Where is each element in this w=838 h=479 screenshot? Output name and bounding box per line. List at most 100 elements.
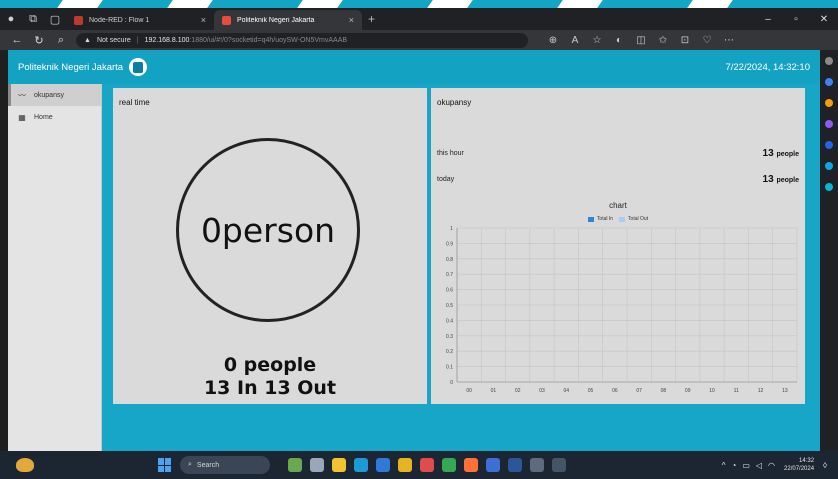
metric-label: today: [437, 176, 455, 183]
sidebar-item-home[interactable]: ▦ Home: [8, 106, 101, 128]
close-tab-icon[interactable]: ×: [201, 15, 206, 25]
x-tick-label: 03: [539, 388, 545, 394]
y-tick-label: 0.1: [446, 365, 453, 371]
games-icon[interactable]: [825, 141, 833, 149]
volume-icon[interactable]: ◁: [756, 461, 762, 470]
header-datetime: 7/22/2024, 14:32:10: [725, 61, 810, 73]
chart-line-icon: 〰: [18, 90, 26, 100]
sidebar-item-label: okupansy: [34, 91, 64, 99]
browser-tab-pnj[interactable]: Politeknik Negeri Jakarta ×: [214, 10, 362, 30]
collections-icon[interactable]: ⊡: [674, 35, 696, 46]
clock-time: 14:32: [799, 458, 815, 464]
sidebar-nav: 〰 okupansy ▦ Home: [8, 84, 102, 451]
favorite-star-icon[interactable]: ☆: [586, 35, 608, 46]
task-view-icon[interactable]: [310, 458, 324, 472]
battery-icon[interactable]: ▭: [742, 461, 750, 470]
extension-icon[interactable]: ◐: [608, 35, 630, 46]
url-path: :1880/ui/#!/0?socketid=q4h/uoySW-ON5VmvA…: [189, 36, 348, 44]
profile-icon[interactable]: ●: [0, 8, 22, 30]
chrome-icon[interactable]: [398, 458, 412, 472]
zoom-icon[interactable]: ⊕: [542, 35, 564, 46]
chrome-alt-icon[interactable]: [442, 458, 456, 472]
x-tick-label: 06: [612, 388, 618, 394]
notification-bell-icon[interactable]: ◊: [823, 461, 827, 470]
read-aloud-icon[interactable]: A: [564, 35, 586, 46]
copilot-sidebar-icon[interactable]: [825, 78, 833, 86]
taskbar-search-input[interactable]: ⌕ Search: [180, 456, 270, 474]
pnj-favicon-icon: [222, 15, 231, 25]
tab-title: Node-RED : Flow 1: [89, 16, 150, 24]
network-icon[interactable]: ◔: [731, 461, 736, 470]
outlook-icon[interactable]: [825, 183, 833, 191]
back-icon[interactable]: ←: [6, 34, 28, 46]
search-icon[interactable]: ⌕: [50, 34, 72, 47]
tab-actions-icon[interactable]: ▢: [44, 8, 66, 30]
realtime-card-title: real time: [119, 98, 150, 107]
realtime-card: real time 0person 0 people 13 In 13 Out: [113, 88, 427, 404]
clock-date: 22/07/2024: [784, 466, 815, 472]
file-explorer-icon[interactable]: [332, 458, 346, 472]
new-tab-button[interactable]: +: [368, 12, 375, 26]
browser-tab-node-red[interactable]: Node-RED : Flow 1 ×: [66, 10, 214, 30]
occupancy-chart: 00.10.20.30.40.50.60.70.80.9100 01 02 03 04 0…: [446, 226, 798, 394]
refresh-icon[interactable]: ↻: [28, 34, 50, 47]
url-input[interactable]: ▲ Not secure | 192.168.8.100 :1880/ui/#!…: [76, 32, 528, 48]
node-red-favicon-icon: [74, 15, 83, 25]
url-separator: |: [136, 36, 139, 44]
terminal-icon[interactable]: [530, 458, 544, 472]
weather-icon[interactable]: [16, 458, 34, 472]
x-tick-label: 13: [782, 388, 788, 394]
y-tick-label: 0.9: [446, 241, 453, 247]
wifi-icon[interactable]: ◠: [768, 461, 775, 470]
minimize-icon[interactable]: –: [754, 14, 782, 25]
firefox-icon[interactable]: [464, 458, 478, 472]
vscode-icon[interactable]: [486, 458, 500, 472]
taskbar-apps: [284, 458, 570, 472]
metric-value: 13 people: [762, 148, 799, 159]
more-menu-icon[interactable]: ⋯: [718, 35, 740, 46]
word-icon[interactable]: [508, 458, 522, 472]
restore-icon[interactable]: ▫: [782, 14, 810, 25]
app-icon[interactable]: [420, 458, 434, 472]
workspaces-icon[interactable]: ⧉: [22, 8, 44, 30]
grid-icon: ▦: [18, 112, 26, 122]
taskbar-clock[interactable]: 14:32 22/07/2024: [784, 457, 814, 473]
metric-label: this hour: [437, 150, 464, 157]
search-sidebar-icon[interactable]: [825, 57, 833, 65]
x-tick-label: 10: [709, 388, 715, 394]
url-host: 192.168.8.100: [144, 36, 190, 44]
favorites-icon[interactable]: ✩: [652, 35, 674, 46]
store-icon[interactable]: [376, 458, 390, 472]
y-tick-label: 1: [450, 226, 453, 232]
start-button[interactable]: [158, 458, 172, 472]
shopping-icon[interactable]: [825, 99, 833, 107]
y-tick-label: 0.6: [446, 288, 453, 294]
metric-row-this-hour: this hour 13 people: [437, 148, 799, 159]
chevron-up-icon[interactable]: ^: [722, 461, 726, 470]
okupansy-card-title: okupansy: [437, 98, 472, 107]
tools-icon[interactable]: [825, 120, 833, 128]
y-tick-label: 0.3: [446, 334, 453, 340]
widgets-icon[interactable]: [288, 458, 302, 472]
copilot-icon[interactable]: ♡: [696, 35, 718, 46]
edge-icon[interactable]: [354, 458, 368, 472]
x-tick-label: 04: [564, 388, 570, 394]
sidebar-item-okupansy[interactable]: 〰 okupansy: [8, 84, 101, 106]
x-tick-label: 05: [588, 388, 594, 394]
chart-title: chart: [609, 201, 627, 210]
x-tick-label: 12: [758, 388, 764, 394]
split-screen-icon[interactable]: ◫: [630, 35, 652, 46]
in-out-count: 13 In 13 Out: [203, 377, 337, 399]
monitor-icon[interactable]: [552, 458, 566, 472]
gauge-value: 0person: [200, 210, 336, 250]
y-tick-label: 0.2: [446, 349, 453, 355]
edge-sidebar: [820, 50, 838, 451]
close-window-icon[interactable]: ✕: [810, 14, 838, 25]
search-icon: ⌕: [188, 461, 192, 468]
x-tick-label: 07: [636, 388, 642, 394]
warning-icon: ▲: [84, 36, 91, 44]
close-tab-icon[interactable]: ×: [349, 15, 354, 25]
office-icon[interactable]: [825, 162, 833, 170]
y-tick-label: 0.8: [446, 257, 453, 263]
x-tick-label: 11: [734, 388, 739, 394]
